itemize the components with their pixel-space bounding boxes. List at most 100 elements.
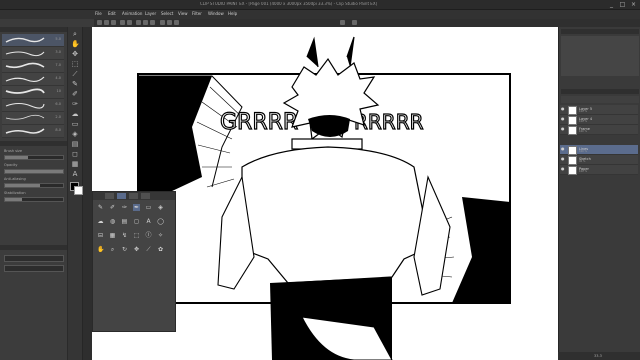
undo-icon[interactable] [120, 20, 125, 25]
invert-selection-icon[interactable] [167, 20, 172, 25]
open-file-icon[interactable] [104, 20, 109, 25]
sub-color-swatch[interactable] [74, 186, 83, 195]
menu-edit[interactable]: Edit [108, 11, 116, 17]
palette-tab[interactable] [117, 193, 126, 199]
palette-tab[interactable] [105, 193, 114, 199]
brush-item[interactable]: 3.0 [2, 47, 64, 60]
brush-stroke-icon [5, 37, 45, 43]
layer-row[interactable]: ● Frame 100 % [560, 125, 638, 135]
property-label: Opacity [4, 163, 18, 167]
menu-select[interactable]: Select [161, 11, 173, 17]
fill-icon[interactable] [143, 20, 148, 25]
eraser-icon[interactable]: ▭ [145, 204, 152, 211]
marker-icon[interactable]: ✒ [133, 204, 140, 211]
brush-item[interactable]: 4.0 [2, 73, 64, 86]
magic-wand-icon[interactable]: ✧ [157, 232, 164, 239]
new-file-icon[interactable] [97, 20, 102, 25]
stabilization-slider[interactable] [4, 197, 64, 202]
move-icon[interactable]: ✥ [133, 246, 140, 253]
clear-icon[interactable] [136, 20, 141, 25]
anti-aliasing-slider[interactable] [4, 183, 64, 188]
palette-tab[interactable] [141, 193, 150, 199]
color-slider[interactable] [4, 265, 64, 272]
menu-view[interactable]: View [178, 11, 188, 17]
zoom-icon[interactable]: ⌕ [71, 30, 79, 38]
hand-icon[interactable]: ✋ [71, 40, 80, 48]
eyedropper-icon[interactable]: ⟋ [145, 246, 152, 253]
balloon-icon[interactable]: ◯ [157, 218, 164, 225]
minimize-button[interactable]: _ [606, 1, 617, 8]
ruler-icon[interactable]: ⊟ [97, 232, 104, 239]
pen-icon[interactable]: ✎ [97, 204, 104, 211]
gradient-icon[interactable]: ▤ [71, 140, 79, 148]
correct-line-icon[interactable]: ↯ [121, 232, 128, 239]
palette-tab[interactable] [129, 193, 138, 199]
deselect-icon[interactable] [160, 20, 165, 25]
eye-icon[interactable]: ● [561, 147, 565, 151]
decoration-icon[interactable]: ✿ [157, 246, 164, 253]
eye-icon[interactable]: ● [561, 127, 565, 131]
airbrush-icon[interactable]: ☁ [97, 218, 104, 225]
frame-icon[interactable]: ▦ [109, 232, 116, 239]
layer-row[interactable]: ● Sketch 40 % [560, 155, 638, 165]
redo-icon[interactable] [127, 20, 132, 25]
brush-item[interactable]: 10 [2, 86, 64, 99]
navigator-preview[interactable] [561, 36, 639, 76]
layer-row[interactable]: ● Layer 5 100 % [560, 105, 638, 115]
hand-icon[interactable]: ✋ [97, 246, 104, 253]
eye-icon[interactable]: ● [561, 107, 565, 111]
eraser-icon[interactable]: ▭ [71, 120, 79, 128]
layer-row[interactable]: ● Paper 100 % [560, 165, 638, 175]
brush-icon[interactable]: ✑ [71, 100, 79, 108]
menu-layer[interactable]: Layer [145, 11, 156, 17]
color-slider[interactable] [4, 255, 64, 262]
brush-item[interactable]: 6.0 [2, 99, 64, 112]
brush-item[interactable]: 8.0 [2, 125, 64, 138]
brush-item[interactable]: 2.0 [2, 112, 64, 125]
text-icon[interactable]: A [145, 218, 152, 225]
selection-icon[interactable]: ⬚ [71, 60, 79, 68]
frame-icon[interactable]: ▦ [71, 160, 79, 168]
eye-icon[interactable]: ● [561, 167, 565, 171]
eye-icon[interactable]: ● [561, 157, 565, 161]
close-button[interactable]: × [628, 1, 639, 8]
help-icon[interactable] [352, 20, 357, 25]
brush-icon[interactable]: ✑ [121, 204, 128, 211]
maximize-button[interactable]: □ [617, 1, 628, 8]
lasso-icon[interactable]: ⓛ [145, 232, 152, 239]
eye-icon[interactable]: ● [561, 117, 565, 121]
blend-icon[interactable]: ◍ [109, 218, 116, 225]
brush-item[interactable]: 5.0 [2, 34, 64, 47]
menu-window[interactable]: Window [208, 11, 224, 17]
figure-icon[interactable]: ◻ [71, 150, 79, 158]
transform-icon[interactable] [150, 20, 155, 25]
menu-filter[interactable]: Filter [192, 11, 202, 17]
menu-file[interactable]: File [95, 11, 102, 17]
opacity-slider[interactable] [4, 169, 64, 174]
fill-bucket-icon[interactable]: ◈ [71, 130, 79, 138]
layer-thumbnail [568, 126, 577, 135]
brush-size-slider[interactable] [4, 155, 64, 160]
fill-bucket-icon[interactable]: ◈ [157, 204, 164, 211]
pencil-icon[interactable]: ✐ [71, 90, 79, 98]
gradient-icon[interactable]: ▤ [121, 218, 128, 225]
layer-row[interactable]: ● Layer 4 100 % [560, 115, 638, 125]
settings-icon[interactable] [340, 20, 345, 25]
text-icon[interactable]: A [71, 170, 79, 178]
zoom-icon[interactable]: ⌕ [109, 246, 116, 253]
menu-animation[interactable]: Animation [122, 11, 142, 17]
layer-row-selected[interactable]: ● Lines 100 % [560, 145, 638, 155]
snap-icon[interactable] [174, 20, 179, 25]
pencil-icon[interactable]: ✐ [109, 204, 116, 211]
selection-icon[interactable]: ⬚ [133, 232, 140, 239]
move-icon[interactable]: ✥ [71, 50, 79, 58]
layer-thumbnail [568, 116, 577, 125]
airbrush-icon[interactable]: ☁ [71, 110, 79, 118]
figure-icon[interactable]: ◻ [133, 218, 140, 225]
brush-item[interactable]: 7.0 [2, 60, 64, 73]
rotate-icon[interactable]: ↻ [121, 246, 128, 253]
menu-help[interactable]: Help [228, 11, 237, 17]
eyedropper-icon[interactable]: ⟋ [71, 70, 79, 78]
pen-icon[interactable]: ✎ [71, 80, 79, 88]
save-icon[interactable] [111, 20, 116, 25]
